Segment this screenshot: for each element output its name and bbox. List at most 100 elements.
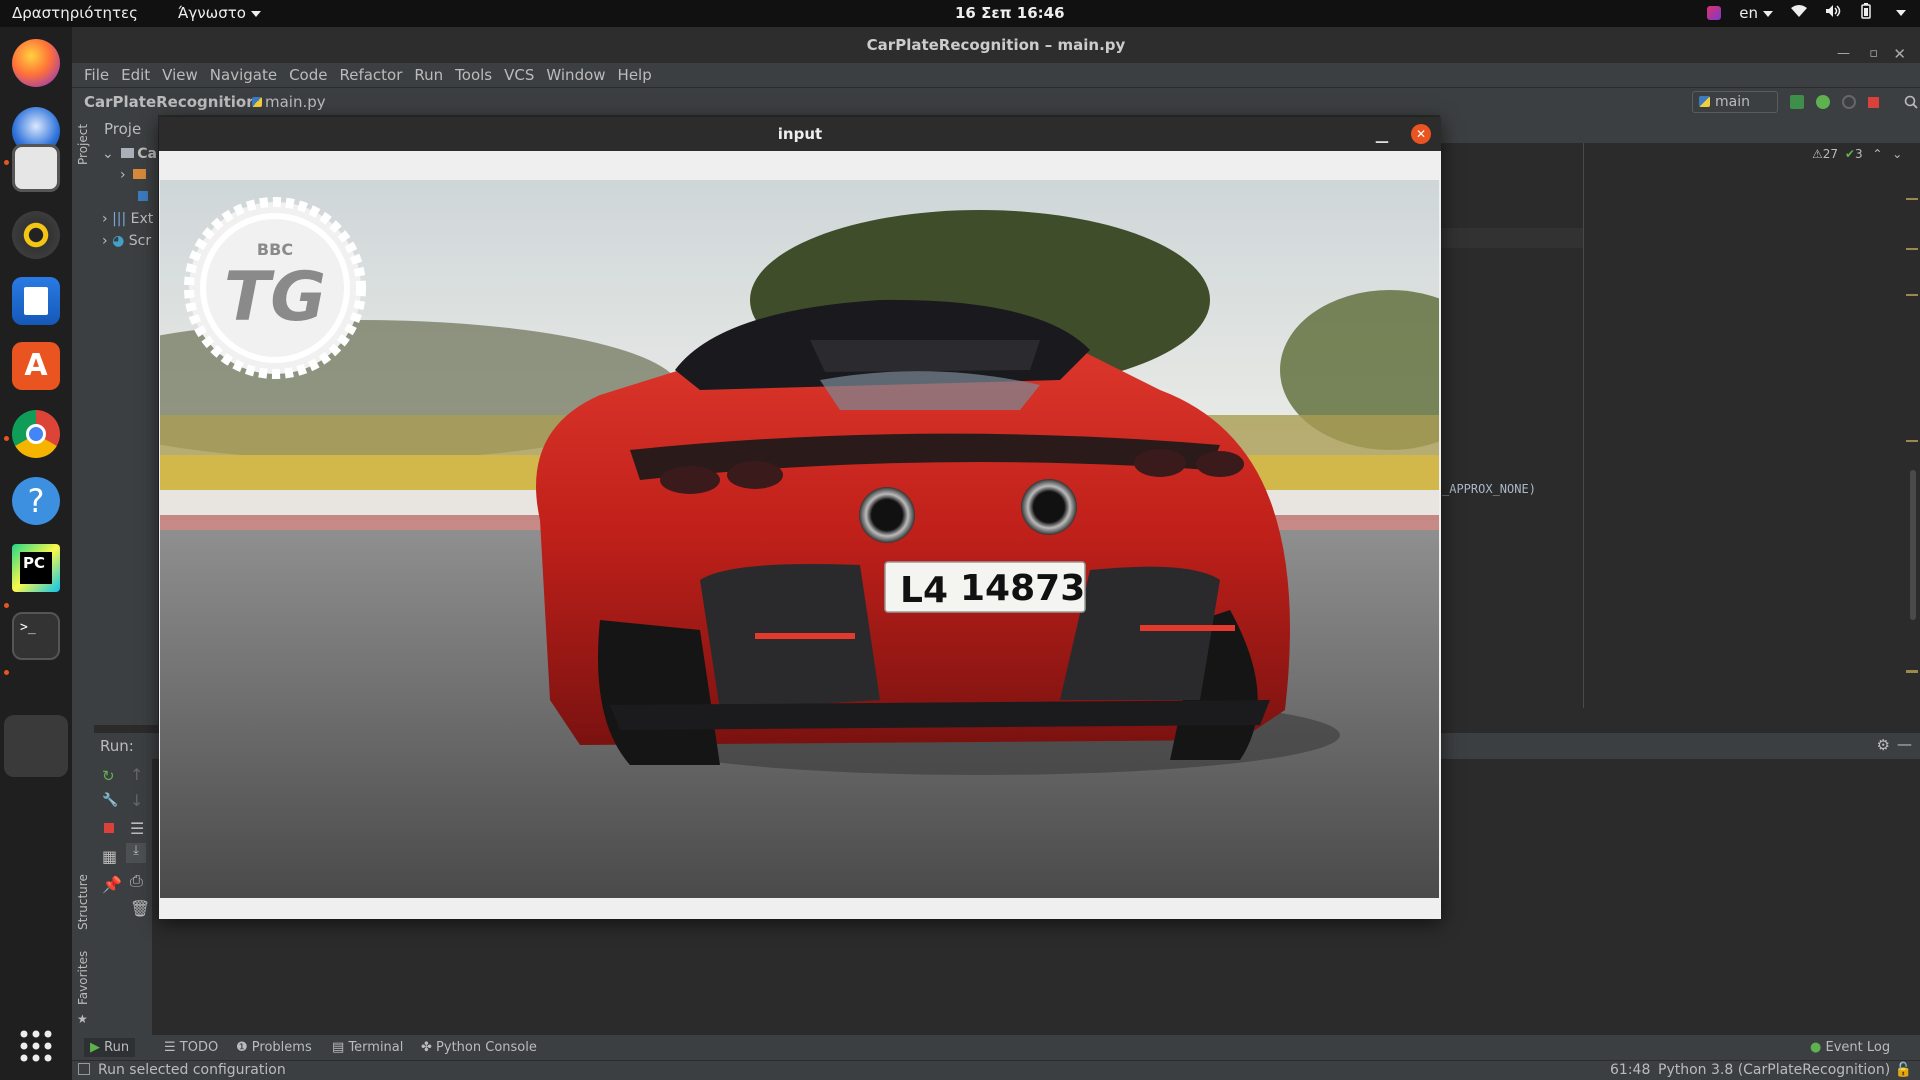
tree-scratches[interactable]: › ◕ Scr (102, 233, 151, 249)
menu-help[interactable]: Help (612, 63, 658, 87)
rerun-icon[interactable] (1790, 95, 1804, 109)
minimize-button[interactable]: — (1375, 125, 1389, 159)
battery-icon[interactable] (1859, 3, 1873, 23)
menu-tools[interactable]: Tools (449, 63, 498, 87)
color-picker-icon[interactable] (1707, 6, 1722, 20)
lock-icon[interactable]: 🔓 (1895, 1062, 1912, 1078)
breadcrumb-project[interactable]: CarPlateRecognition (84, 93, 257, 111)
interpreter-selector[interactable]: Python 3.8 (CarPlateRecognition) (1658, 1062, 1890, 1078)
clock[interactable]: 16 Σεπ 16:46 (955, 4, 1065, 22)
rhythmbox-icon[interactable] (12, 211, 60, 259)
wifi-icon[interactable] (1791, 4, 1807, 22)
top-gear-logo: BBC TG (184, 197, 366, 379)
language-label: en (1739, 4, 1758, 22)
close-button[interactable]: ✕ (1411, 124, 1431, 144)
scrollbar[interactable] (1910, 470, 1916, 620)
code-line[interactable]: _APPROX_NONE) (1442, 482, 1536, 496)
tree-external-libraries[interactable]: › ||| Ext (102, 211, 153, 227)
soft-wrap-icon[interactable]: ☰ (130, 819, 144, 838)
error-stripe-mark (1906, 198, 1918, 200)
logo-small-text: BBC (257, 240, 293, 259)
menu-vcs[interactable]: VCS (498, 63, 540, 87)
volume-icon[interactable] (1825, 4, 1841, 22)
dock: A ? PC >_ (0, 27, 72, 1080)
print-icon[interactable]: ⎙ (130, 871, 143, 891)
plate-number: 14873 (960, 568, 1085, 609)
run-configuration-selector[interactable]: main (1692, 91, 1778, 113)
menu-edit[interactable]: Edit (115, 63, 156, 87)
run-toolbar: ↻ ↑ 🔧 ↓ ☰ ⤓ ▦ ⎙ 📌 🗑 (94, 759, 152, 1035)
terminal-icon[interactable]: >_ (12, 612, 60, 660)
layout-icon[interactable]: ▦ (102, 847, 117, 866)
panel-toggle-icon[interactable] (78, 1063, 90, 1075)
project-panel: Proje ⌄ Ca › › ||| Ext › ◕ Scr (94, 115, 158, 725)
inspection-widget[interactable]: ⚠27 ✔3 ⌃ ⌄ (1812, 147, 1902, 161)
trash-icon[interactable]: 🗑 (130, 899, 150, 918)
license-plate: L4 14873 (884, 561, 1086, 613)
tab-todo-label: TODO (179, 1040, 219, 1055)
menu-window[interactable]: Window (540, 63, 611, 87)
pycharm-icon[interactable]: PC (12, 544, 60, 592)
activities-button[interactable]: Δραστηριότητες (12, 4, 138, 22)
tree-python-file[interactable] (138, 189, 148, 205)
tree-root[interactable]: ⌄ Ca (102, 146, 157, 162)
hide-panel-icon[interactable]: — (1897, 735, 1912, 753)
menu-navigate[interactable]: Navigate (204, 63, 283, 87)
libreoffice-writer-icon[interactable] (12, 277, 60, 325)
error-stripe-mark (1906, 294, 1918, 296)
menu-run[interactable]: Run (408, 63, 449, 87)
chevron-up-icon[interactable]: ⌃ (1872, 147, 1882, 161)
tree-venv-folder[interactable]: › (120, 167, 147, 183)
pin-icon[interactable]: 📌 (102, 875, 122, 894)
tab-todo[interactable]: ☰ TODO (164, 1040, 218, 1055)
active-window-icon[interactable] (4, 715, 68, 777)
menu-file[interactable]: File (78, 63, 115, 87)
project-panel-header[interactable]: Proje (104, 120, 141, 138)
system-tray: en (1707, 3, 1906, 23)
settings-icon[interactable]: ⚙ (1877, 736, 1890, 754)
caret-position[interactable]: 61:48 (1610, 1062, 1650, 1078)
power-menu-chevron-icon[interactable] (1896, 10, 1906, 16)
info-icon: ❶ (236, 1040, 248, 1055)
up-arrow-icon[interactable]: ↑ (130, 765, 143, 784)
firefox-icon[interactable] (12, 39, 60, 87)
external-libraries-label: Ext (130, 211, 154, 227)
tab-python-console[interactable]: ✤ Python Console (421, 1040, 537, 1055)
stop-icon[interactable] (1868, 97, 1879, 108)
coverage-icon[interactable] (1842, 95, 1856, 109)
folder-icon (133, 169, 147, 179)
running-indicator (4, 160, 9, 165)
menu-view[interactable]: View (156, 63, 204, 87)
favorites-tool-tab[interactable]: Favorites (76, 951, 90, 1005)
down-arrow-icon[interactable]: ↓ (130, 791, 143, 810)
wrench-icon[interactable]: 🔧 (102, 793, 118, 808)
language-selector[interactable]: en (1739, 4, 1773, 22)
tab-run[interactable]: ▶ Run (84, 1038, 136, 1057)
breadcrumb-file[interactable]: main.py (252, 93, 326, 111)
project-tool-tab[interactable]: Project (76, 124, 90, 165)
structure-tool-tab[interactable]: Structure (76, 874, 90, 930)
library-icon: ||| (112, 211, 127, 227)
bottom-tool-tabs: ▶ Run ☰ TODO ❶ Problems ▤ Terminal ✤ Pyt… (72, 1035, 1920, 1060)
event-log-tab[interactable]: ● Event Log (1810, 1040, 1890, 1055)
python-icon: ✤ (421, 1040, 432, 1055)
files-icon[interactable] (12, 144, 60, 192)
search-everywhere-icon[interactable] (1904, 95, 1918, 109)
app-menu[interactable]: Άγνωστο (178, 4, 261, 22)
rerun-icon[interactable]: ↻ (102, 767, 115, 785)
debug-icon[interactable] (1816, 95, 1830, 109)
ubuntu-software-icon[interactable]: A (12, 342, 60, 390)
tab-run-label: Run (104, 1040, 130, 1055)
stop-icon[interactable] (104, 823, 114, 833)
chevron-down-icon[interactable]: ⌄ (1892, 147, 1902, 161)
chevron-right-icon: › (102, 211, 108, 227)
show-applications-icon[interactable] (12, 1022, 60, 1070)
chrome-icon[interactable] (12, 410, 60, 458)
scroll-to-end-icon[interactable]: ⤓ (126, 843, 146, 863)
tab-terminal[interactable]: ▤ Terminal (332, 1040, 403, 1055)
terminal-icon: ▤ (332, 1040, 345, 1055)
tab-problems[interactable]: ❶ Problems (236, 1040, 312, 1055)
menu-refactor[interactable]: Refactor (333, 63, 408, 87)
menu-code[interactable]: Code (283, 63, 333, 87)
help-icon[interactable]: ? (12, 477, 60, 525)
